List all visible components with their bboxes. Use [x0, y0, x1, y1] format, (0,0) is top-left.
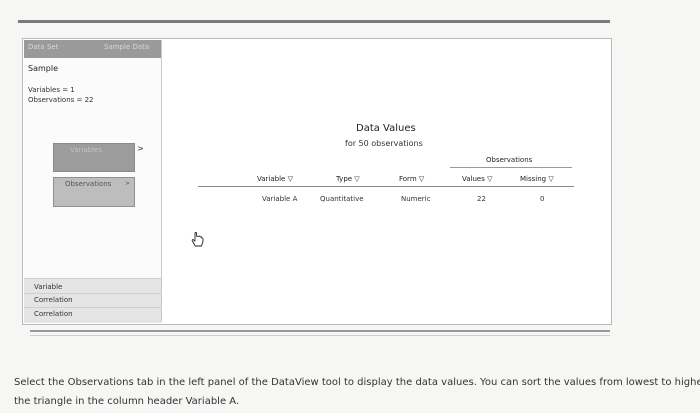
instruction-line-2: the triangle in the column header Variab… [14, 396, 240, 407]
list-divider [24, 307, 161, 308]
group-header-underline [450, 167, 572, 168]
column-header-values[interactable]: Values ▽ [462, 175, 492, 183]
data-values-subtitle: for 50 observations [345, 139, 423, 148]
column-header-variable[interactable]: Variable ▽ [257, 175, 293, 183]
table-header-rule [198, 186, 574, 187]
observations-group-header: Observations [486, 156, 533, 164]
cell-missing: 0 [540, 195, 545, 203]
cell-variable: Variable A [262, 195, 298, 203]
variables-tab-label: Variables [70, 146, 102, 154]
bottom-divider-shadow [30, 335, 610, 336]
data-set-value: Sample Data [104, 43, 150, 51]
column-header-form[interactable]: Form ▽ [399, 175, 424, 183]
analysis-item-correlation-2[interactable]: Correlation [34, 310, 73, 318]
analysis-list: Variable Correlation Correlation [24, 278, 161, 323]
instruction-line-1: Select the Observations tab in the left … [14, 377, 700, 388]
left-panel: Data Set Sample Data Sample Variables = … [24, 40, 162, 323]
variables-tab-button[interactable]: Variables [53, 143, 135, 172]
observations-tab-label: Observations [65, 180, 112, 188]
data-values-title: Data Values [356, 123, 416, 134]
observations-count: Observations = 22 [28, 96, 94, 104]
analysis-item-correlation[interactable]: Correlation [34, 296, 73, 304]
top-divider [18, 20, 610, 23]
bottom-divider [30, 330, 610, 332]
analysis-item-variable[interactable]: Variable [34, 283, 62, 291]
data-set-label: Data Set [28, 43, 59, 51]
cell-type: Quantitative [320, 195, 364, 203]
hand-pointer-icon [191, 232, 204, 247]
variables-arrow-icon[interactable]: > [137, 144, 144, 153]
list-divider [24, 293, 161, 294]
observations-arrow-icon: > [125, 180, 131, 187]
cell-form: Numeric [401, 195, 431, 203]
column-header-missing[interactable]: Missing ▽ [520, 175, 554, 183]
variables-count: Variables = 1 [28, 86, 75, 94]
sample-name: Sample [28, 64, 58, 73]
column-header-type[interactable]: Type ▽ [336, 175, 360, 183]
cell-values: 22 [477, 195, 486, 203]
data-set-header[interactable]: Data Set Sample Data [24, 40, 161, 58]
observations-tab-button[interactable]: Observations > [53, 177, 135, 207]
